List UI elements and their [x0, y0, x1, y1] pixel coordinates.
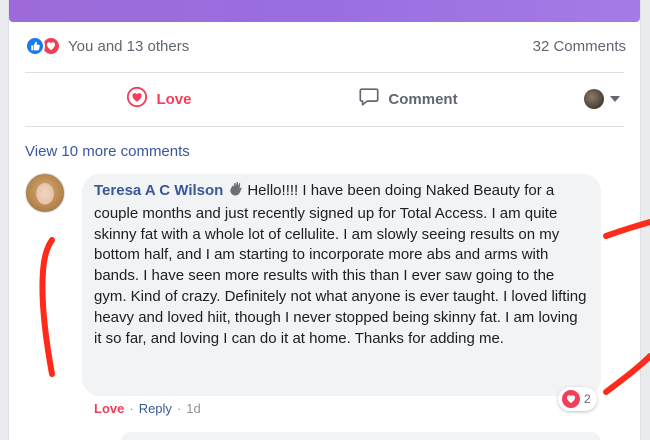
- waving-hand-icon: [228, 181, 244, 204]
- reaction-icons: [25, 36, 61, 56]
- reaction-identity-selector[interactable]: [523, 89, 624, 109]
- comments-count-link[interactable]: 32 Comments: [533, 38, 626, 55]
- reactions-summary-row: You and 13 others 32 Comments: [25, 34, 626, 58]
- comment-bubble-icon: [358, 86, 380, 112]
- love-button[interactable]: Love: [25, 86, 293, 112]
- comment-text: Hello!!!! I have been doing Naked Beauty…: [94, 182, 587, 347]
- comment-reply-link[interactable]: Reply: [139, 401, 172, 416]
- user-avatar: [584, 89, 604, 109]
- post-actions: Love Comment: [25, 72, 624, 126]
- reaction-count: 2: [584, 392, 591, 406]
- divider: [25, 126, 624, 127]
- like-icon: [25, 36, 45, 56]
- comment-button-label: Comment: [388, 90, 458, 108]
- comment-author-link[interactable]: Teresa A C Wilson: [94, 182, 223, 199]
- chevron-down-icon: [610, 96, 620, 102]
- view-more-comments-link[interactable]: View 10 more comments: [25, 143, 190, 160]
- post-image-bottom[interactable]: [9, 0, 640, 22]
- comment-button[interactable]: Comment: [293, 86, 523, 112]
- comment-bubble: Teresa A C Wilson Hello!!!! I have been d…: [82, 174, 601, 396]
- separator-dot: ·: [129, 401, 134, 416]
- comment-love-link[interactable]: Love: [94, 401, 124, 416]
- reactions-summary-text: You and 13 others: [68, 37, 190, 55]
- comment-body: Teresa A C Wilson Hello!!!! I have been d…: [94, 181, 589, 349]
- commenter-avatar[interactable]: [25, 173, 65, 213]
- next-comment-bubble: [121, 432, 601, 440]
- post-card: You and 13 others 32 Comments Love Comme…: [8, 0, 641, 440]
- separator-dot: ·: [176, 401, 182, 416]
- love-button-label: Love: [156, 90, 192, 108]
- comment-reaction-count[interactable]: 2: [558, 387, 597, 411]
- love-outline-icon: [126, 86, 148, 112]
- comment-actions: Love · Reply · 1d: [94, 401, 201, 416]
- comment-timestamp[interactable]: 1d: [186, 401, 200, 416]
- love-icon: [562, 390, 580, 408]
- reactions-summary[interactable]: You and 13 others: [25, 36, 189, 56]
